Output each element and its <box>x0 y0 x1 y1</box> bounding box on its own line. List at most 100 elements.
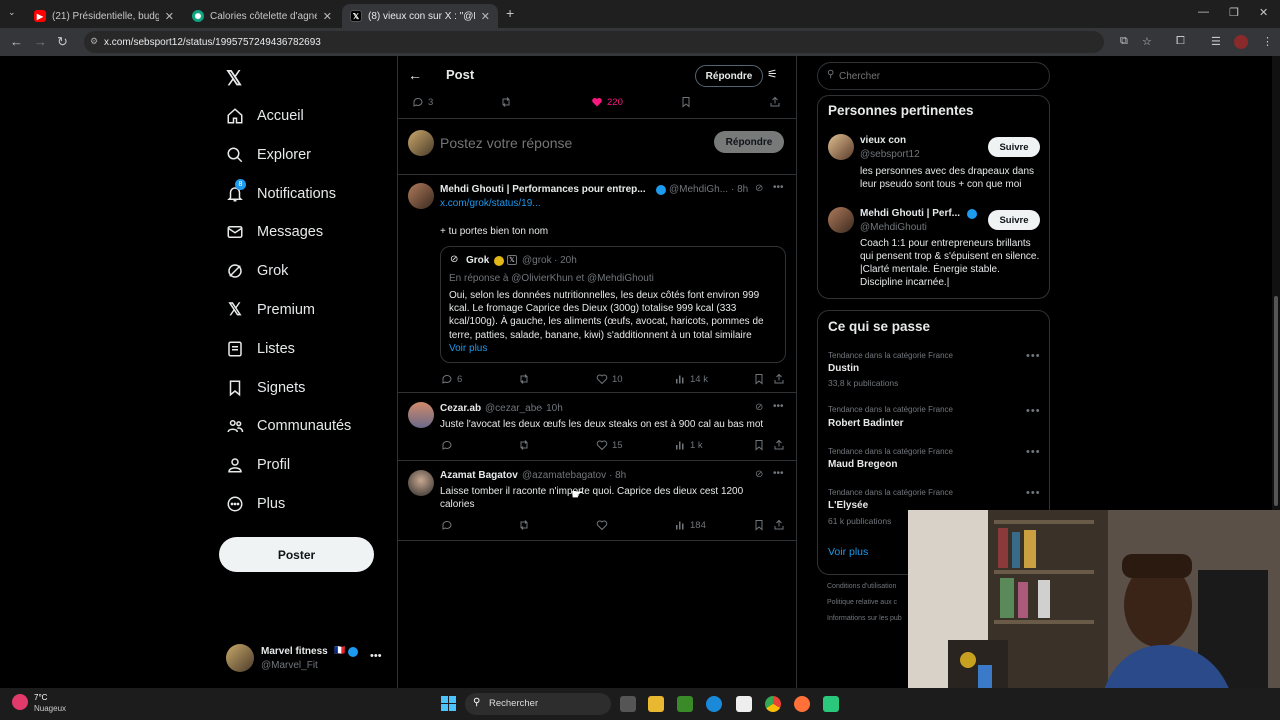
reply-action[interactable] <box>441 519 457 531</box>
share-action[interactable] <box>773 439 789 451</box>
file-explorer-icon[interactable] <box>648 696 664 712</box>
more-dots-icon[interactable]: ••• <box>773 182 784 193</box>
trend-name[interactable]: Maud Bregeon <box>828 459 897 470</box>
more-dots-icon[interactable]: ••• <box>1026 405 1041 417</box>
nav-item-notifications[interactable]: 8 Notifications <box>226 179 336 208</box>
app-icon[interactable] <box>823 696 839 712</box>
avatar[interactable] <box>828 134 854 160</box>
more-dots-icon[interactable]: ••• <box>773 468 784 479</box>
nav-item-accueil[interactable]: Accueil <box>226 102 304 130</box>
account-switcher[interactable]: Marvel fitness 🇫🇷 @Marvel_Fit ••• <box>226 644 386 674</box>
like-action[interactable]: 220 <box>591 96 623 108</box>
reply-composer-input[interactable] <box>440 132 700 154</box>
more-dots-icon[interactable]: ••• <box>1026 487 1041 499</box>
show-more-link[interactable]: Voir plus <box>828 546 868 558</box>
window-close-icon[interactable]: ✕ <box>1259 6 1268 19</box>
retweet-action[interactable] <box>518 373 534 385</box>
nav-item-signets[interactable]: Signets <box>226 374 305 402</box>
avatar[interactable] <box>408 470 434 496</box>
install-app-icon[interactable]: ⧉ <box>1120 35 1128 48</box>
bookmark-action[interactable] <box>753 519 769 531</box>
views-action[interactable]: 14 k <box>674 373 708 385</box>
reading-list-icon[interactable]: ☰ <box>1211 35 1221 48</box>
reply-action[interactable] <box>441 439 457 451</box>
filter-sliders-icon[interactable]: ⚟ <box>767 67 778 81</box>
nvidia-icon[interactable] <box>677 696 693 712</box>
timestamp[interactable]: · 8h <box>731 184 748 195</box>
author-name[interactable]: Mehdi Ghouti | Performances pour entrep.… <box>440 184 646 195</box>
more-dots-icon[interactable]: ••• <box>1026 446 1041 458</box>
grok-icon[interactable]: ⊘ <box>755 469 763 480</box>
browser-tab-2[interactable]: ✺ Calories côtelette d'agneau : ap ✕ <box>184 4 340 28</box>
nav-item-listes[interactable]: Listes <box>226 335 295 363</box>
close-icon[interactable]: ✕ <box>481 10 490 23</box>
back-icon[interactable]: ← <box>10 34 23 49</box>
extensions-icon[interactable]: ⧠ <box>1176 35 1185 48</box>
views-action[interactable]: 184 <box>674 519 706 531</box>
avatar[interactable] <box>828 207 854 233</box>
nav-item-communautes[interactable]: Communautés <box>226 412 351 440</box>
minimize-icon[interactable]: — <box>1198 6 1209 18</box>
browser-tab-3-active[interactable]: 𝕏 (8) vieux con sur X : "@MehdiG ✕ <box>342 4 498 28</box>
nav-item-messages[interactable]: Messages <box>226 218 323 246</box>
restore-icon[interactable]: ❐ <box>1229 6 1239 19</box>
star-icon[interactable]: ☆ <box>1142 35 1152 48</box>
follow-button[interactable]: Suivre <box>988 137 1040 157</box>
trend-name[interactable]: L'Elysée <box>828 500 868 511</box>
views-action[interactable]: 1 k <box>674 439 703 451</box>
new-tab-icon[interactable]: + <box>506 5 514 21</box>
browser-tab-1[interactable]: ▶ (21) Présidentielle, budget, agr ✕ <box>26 4 182 28</box>
retweet-action[interactable] <box>518 439 534 451</box>
like-action[interactable] <box>596 519 612 531</box>
nav-item-explorer[interactable]: Explorer <box>226 141 311 169</box>
author-name[interactable]: Azamat Bagatov <box>440 470 518 481</box>
chrome-icon[interactable] <box>765 696 781 712</box>
person-name[interactable]: vieux con <box>860 135 906 146</box>
like-action[interactable]: 10 <box>596 373 623 385</box>
nav-item-plus[interactable]: Plus <box>226 490 285 518</box>
nav-item-premium[interactable]: 𝕏 Premium <box>226 296 315 324</box>
header-reply-button[interactable]: Répondre <box>695 65 763 87</box>
share-action[interactable] <box>769 96 785 108</box>
share-action[interactable] <box>773 373 789 385</box>
scrollbar-thumb[interactable] <box>1274 296 1278 506</box>
retweet-action[interactable] <box>518 519 534 531</box>
more-dots-icon[interactable]: ••• <box>1026 350 1041 362</box>
store-icon[interactable] <box>736 696 752 712</box>
edge-icon[interactable] <box>706 696 722 712</box>
bookmark-action[interactable] <box>680 96 696 108</box>
task-view-icon[interactable] <box>620 696 636 712</box>
avatar[interactable] <box>408 183 434 209</box>
reply-action[interactable]: 6 <box>441 373 462 385</box>
nav-item-profil[interactable]: Profil <box>226 451 290 479</box>
author-name[interactable]: Cezar.ab <box>440 403 481 414</box>
tweet-link[interactable]: x.com/grok/status/19... <box>440 198 541 209</box>
search-input[interactable] <box>839 68 1039 84</box>
close-icon[interactable]: ✕ <box>165 10 174 23</box>
bookmark-action[interactable] <box>753 373 769 385</box>
timestamp[interactable]: · 8h <box>609 470 626 481</box>
back-arrow-icon[interactable]: ← <box>408 67 422 83</box>
footer-link[interactable]: Informations sur les pub <box>827 615 902 622</box>
retweet-action[interactable] <box>500 96 516 108</box>
page-scrollbar[interactable] <box>1272 56 1280 510</box>
firefox-icon[interactable] <box>794 696 810 712</box>
url-field[interactable]: ⚙ x.com/sebsport12/status/19957572494367… <box>84 31 1104 53</box>
tab-search-icon[interactable]: ⌄ <box>8 7 16 18</box>
reload-icon[interactable]: ↻ <box>57 34 68 50</box>
footer-link[interactable]: Conditions d'utilisation <box>827 583 896 590</box>
site-info-icon[interactable]: ⚙ <box>90 36 98 47</box>
follow-button[interactable]: Suivre <box>988 210 1040 230</box>
forward-icon[interactable]: → <box>34 34 47 49</box>
post-button[interactable]: Poster <box>219 537 374 572</box>
like-action[interactable]: 15 <box>596 439 623 451</box>
menu-kebab-icon[interactable]: ⋮ <box>1262 35 1273 48</box>
weather-widget[interactable]: 7°C Nuageux <box>12 692 72 716</box>
trend-name[interactable]: Dustin <box>828 363 859 374</box>
search-box[interactable]: ⚲ <box>817 62 1050 90</box>
person-name[interactable]: Mehdi Ghouti | Perf... <box>860 208 960 219</box>
grok-icon[interactable]: ⊘ <box>755 183 763 194</box>
bookmark-action[interactable] <box>753 439 769 451</box>
windows-start-icon[interactable] <box>441 696 457 712</box>
avatar[interactable] <box>408 402 434 428</box>
